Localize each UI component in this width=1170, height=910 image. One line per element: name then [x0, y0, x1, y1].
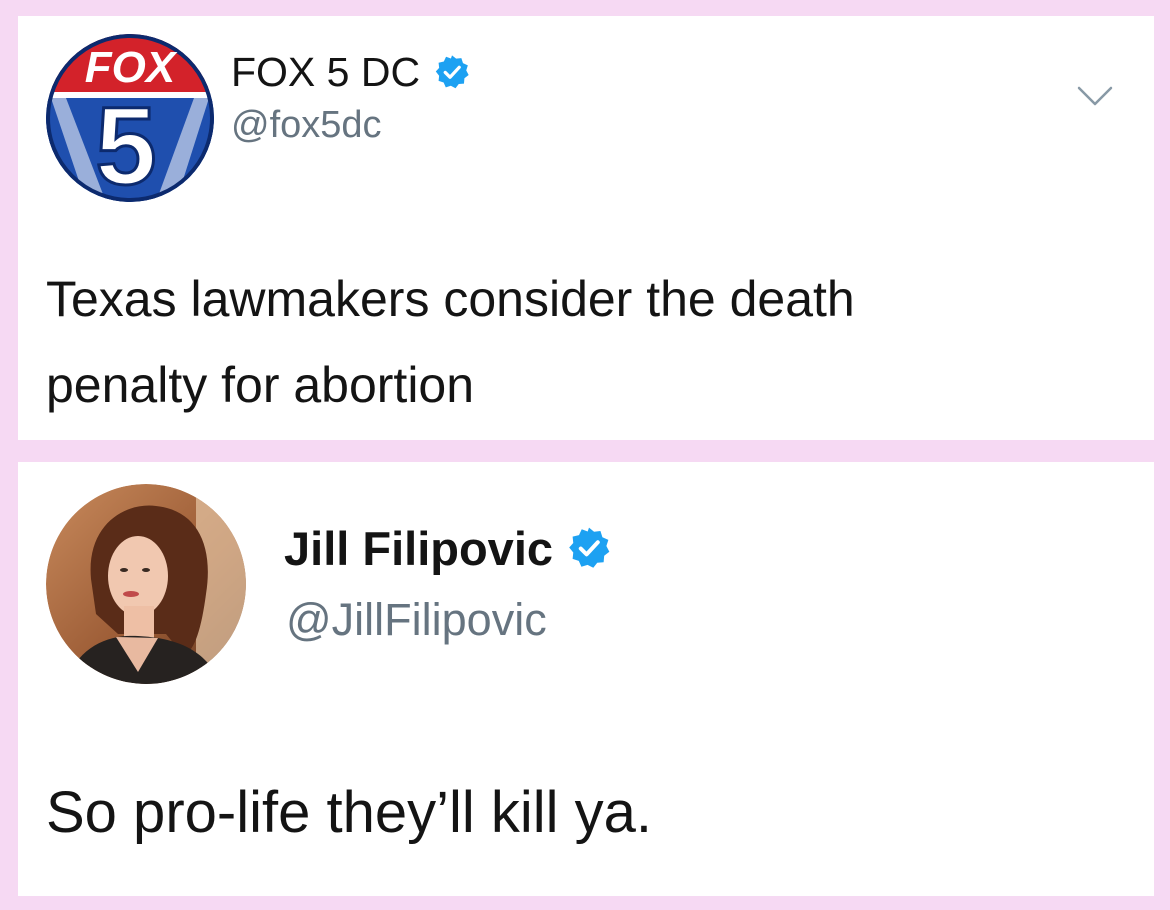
profile-photo-avatar[interactable] — [46, 484, 246, 684]
verified-badge-icon — [434, 54, 470, 90]
chevron-down-icon[interactable] — [1076, 84, 1114, 108]
display-name[interactable]: Jill Filipovic — [284, 521, 553, 576]
handle[interactable]: @fox5dc — [231, 104, 382, 147]
author-row: FOX 5 DC — [231, 46, 470, 98]
verified-badge-icon — [567, 526, 611, 570]
handle[interactable]: @JillFilipovic — [286, 594, 547, 646]
fox5-logo-icon: FOX 5 — [46, 34, 214, 202]
tweet-card-jillfilipovic: Jill Filipovic @JillFilipovic So pro-lif… — [18, 462, 1154, 896]
display-name[interactable]: FOX 5 DC — [231, 49, 420, 96]
five-logo-number: 5 — [95, 85, 156, 202]
tweet-text: So pro-life they’ll kill ya. — [46, 780, 652, 845]
fox5-logo-avatar[interactable]: FOX 5 — [46, 34, 214, 202]
author-row: Jill Filipovic — [284, 518, 611, 578]
profile-photo-avatar-image — [46, 484, 246, 684]
tweet-text: Texas lawmakers consider the death penal… — [46, 271, 855, 413]
tweet-card-fox5dc: FOX 5 FOX 5 DC @fox5dc Texas lawmakers c… — [18, 16, 1154, 440]
